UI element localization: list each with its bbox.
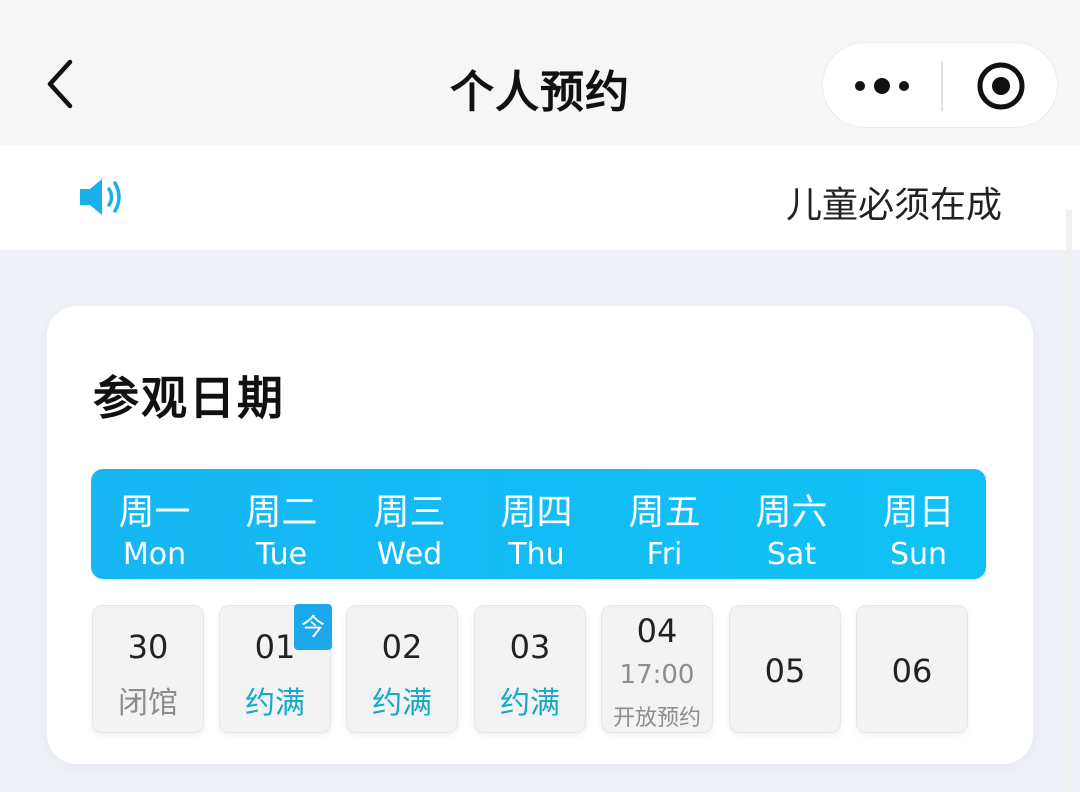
today-badge: 今 <box>294 604 332 650</box>
day-cell-full[interactable]: 03 约满 <box>474 605 586 733</box>
day-cell-opening-soon[interactable]: 04 17:00 开放预约 <box>601 605 713 733</box>
weekday-tue: 周二 Tue <box>245 492 318 572</box>
mini-program-capsule <box>822 42 1058 128</box>
more-dots-icon <box>855 78 909 94</box>
weekday-fri: 周五 Fri <box>628 492 701 572</box>
weekday-header: 周一 Mon 周二 Tue 周三 Wed 周四 Thu 周五 Fri 周六 Sa… <box>91 469 986 579</box>
target-circle-icon <box>977 62 1025 110</box>
day-cell[interactable]: 06 <box>856 605 968 733</box>
weekday-sat: 周六 Sat <box>755 492 828 572</box>
weekday-sun: 周日 Sun <box>882 492 955 572</box>
scrollbar[interactable] <box>1066 210 1072 792</box>
weekday-wed: 周三 Wed <box>373 492 446 572</box>
close-mini-program-button[interactable] <box>943 43 1059 129</box>
day-cell[interactable]: 05 <box>729 605 841 733</box>
day-cell-full[interactable]: 02 约满 <box>346 605 458 733</box>
visit-date-card: 参观日期 周一 Mon 周二 Tue 周三 Wed 周四 Thu 周五 Fri … <box>47 306 1033 764</box>
day-cell-today-full[interactable]: 01 约满 今 <box>219 604 332 733</box>
weekday-mon: 周一 Mon <box>118 492 191 572</box>
weekday-thu: 周四 Thu <box>500 492 573 572</box>
speaker-icon <box>78 176 126 218</box>
card-title: 参观日期 <box>93 371 285 425</box>
notice-marquee-text: 儿童必须在成 <box>785 185 1002 226</box>
navigation-bar: 个人预约 <box>0 0 1080 146</box>
day-cell-closed[interactable]: 30 闭馆 <box>92 605 204 733</box>
more-button[interactable] <box>823 43 941 129</box>
